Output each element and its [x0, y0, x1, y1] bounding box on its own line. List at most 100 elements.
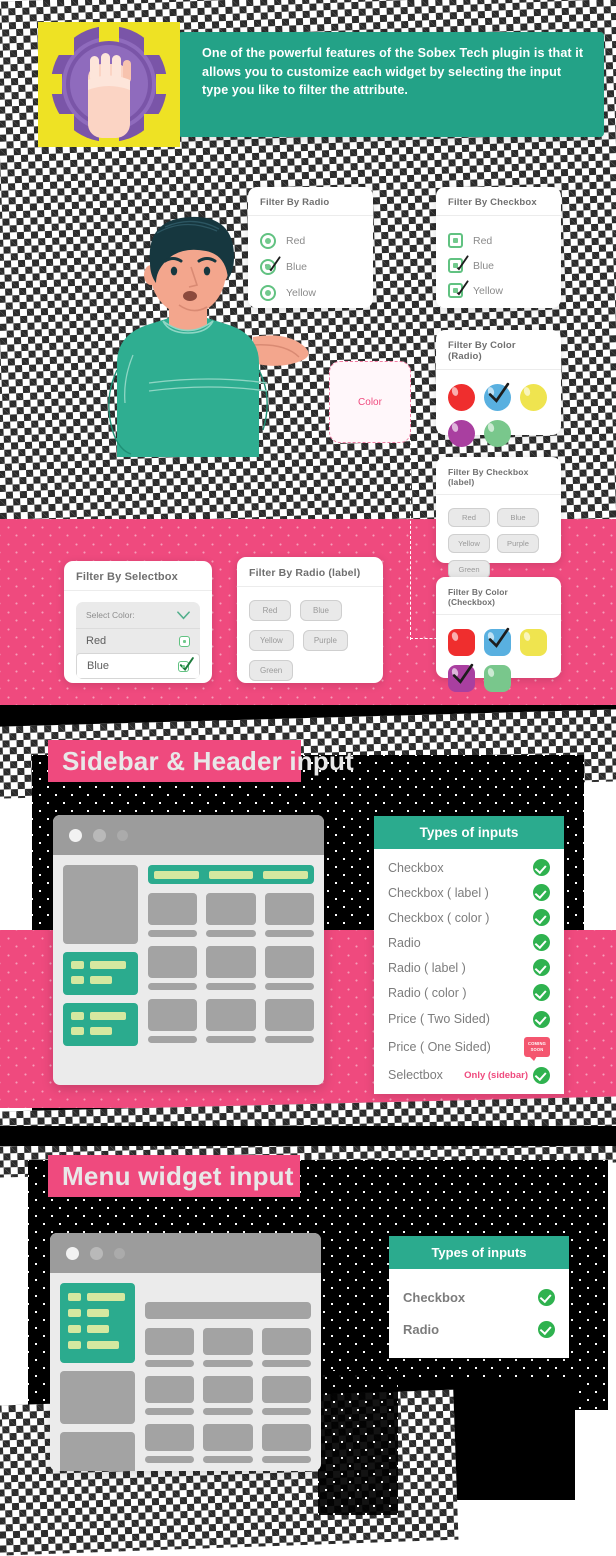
table-row: Checkbox ( color ) [374, 905, 564, 930]
color-swatch-yellow[interactable] [520, 629, 547, 656]
section-title-menu-widget: Menu widget input [48, 1155, 568, 1197]
table-row: Price ( Two Sided) [374, 1005, 564, 1033]
selectbox-option-label: Blue [87, 660, 110, 672]
table-row: Price ( One Sided) COMING SOON [374, 1033, 564, 1061]
mock-menu-widget [60, 1283, 135, 1363]
filter-by-color-radio-card: Filter By Color (Radio) [436, 330, 561, 447]
selectbox-header[interactable]: Select Color: [76, 602, 200, 628]
checkbox-icon[interactable] [178, 656, 194, 672]
filter-by-selectbox-card: Filter By Selectbox Select Color: Red Bl… [64, 561, 212, 683]
checkbox-icon[interactable] [448, 280, 469, 298]
filter-by-checkbox-label-body: Red Blue Yellow Purple Green [436, 495, 561, 589]
row-label: Price ( One Sided) [388, 1040, 491, 1054]
check-icon [533, 859, 550, 876]
checkbox-option-yellow[interactable]: Yellow [448, 280, 549, 298]
table-row: Radio [389, 1313, 569, 1345]
selectbox-option-label: Red [86, 635, 107, 647]
check-mark-icon [265, 256, 281, 272]
table-row: Radio [374, 930, 564, 955]
pill-yellow[interactable]: Yellow [249, 630, 294, 651]
radio-option-label: Blue [286, 261, 308, 273]
checkbox-option-blue[interactable]: Blue [448, 255, 549, 273]
section-title-text: Sidebar & Header input [62, 746, 354, 776]
radio-icon[interactable] [260, 233, 276, 249]
check-icon [533, 1010, 550, 1028]
color-swatch-yellow[interactable] [520, 384, 547, 411]
color-swatch-blue[interactable] [484, 627, 511, 656]
mock-sidebar-widget-1 [63, 952, 138, 995]
color-swatch-blue[interactable] [484, 382, 511, 411]
checkbox-icon[interactable] [179, 635, 190, 647]
checkbox-icon[interactable] [448, 255, 469, 273]
mock-sidebar-banner [63, 865, 138, 944]
types-of-inputs-rows: Checkbox Checkbox ( label ) Checkbox ( c… [374, 849, 564, 1095]
color-swatch-green[interactable] [484, 665, 511, 692]
check-mark-icon [453, 255, 469, 271]
color-swatch-red[interactable] [448, 629, 475, 656]
radio-option-yellow[interactable]: Yellow [260, 285, 361, 301]
mock-menu-sidebar [60, 1283, 135, 1471]
pill-yellow[interactable]: Yellow [448, 534, 490, 553]
window-dot-3 [114, 1247, 125, 1259]
dashed-connector-vertical [410, 440, 411, 640]
radio-option-red[interactable]: Red [260, 233, 361, 249]
row-label: Checkbox ( color ) [388, 910, 490, 925]
feature-banner-box: One of the powerful features of the Sobe… [178, 32, 604, 137]
check-icon [538, 1288, 555, 1306]
color-swatch-green[interactable] [484, 420, 511, 447]
pill-red[interactable]: Red [249, 600, 291, 621]
check-icon [533, 884, 550, 901]
pill-purple[interactable]: Purple [302, 630, 348, 651]
mock-content [148, 865, 314, 1046]
checkbox-icon[interactable] [448, 233, 463, 248]
types-of-inputs-header: Types of inputs [374, 816, 564, 849]
filter-by-checkbox-label-card: Filter By Checkbox (label) Red Blue Yell… [436, 457, 561, 579]
filter-by-color-checkbox-body [436, 615, 561, 702]
selectbox-option-blue[interactable]: Blue [76, 653, 200, 679]
filter-by-color-radio-body [436, 370, 561, 457]
background-dots-bottom-fade [318, 1370, 398, 1515]
radio-icon[interactable] [260, 285, 276, 301]
checkbox-label-pill-grid: Red Blue Yellow Purple Green [448, 504, 549, 579]
color-swatch-red[interactable] [448, 384, 475, 411]
row-label: Checkbox [388, 860, 444, 875]
row-label: Radio [388, 935, 421, 950]
color-dashed-box-label: Color [358, 396, 382, 408]
mock-sidebar-widget-2 [63, 1003, 138, 1046]
filter-by-checkbox-title: Filter By Checkbox [436, 187, 561, 216]
selectbox-option-red[interactable]: Red [76, 628, 200, 653]
pill-purple[interactable]: Purple [497, 534, 539, 553]
filter-by-checkbox-body: Red Blue Yellow [436, 216, 561, 318]
filter-by-color-radio-title: Filter By Color (Radio) [436, 330, 561, 370]
row-label: Radio [403, 1321, 440, 1337]
filter-by-radio-label-title: Filter By Radio (label) [237, 557, 383, 587]
color-swatch-purple[interactable] [448, 420, 475, 447]
row-label: Checkbox [403, 1289, 466, 1305]
pill-blue[interactable]: Blue [300, 600, 342, 621]
color-dashed-box: Color [329, 361, 411, 443]
radio-option-blue[interactable]: Blue [260, 256, 361, 275]
color-radio-swatch-grid [448, 379, 549, 447]
mock-product-row [145, 1376, 311, 1415]
row-label: Selectbox [388, 1068, 443, 1082]
feature-banner: One of the powerful features of the Sobe… [38, 22, 604, 147]
mock-product-row [148, 893, 314, 937]
table-row: Checkbox [374, 855, 564, 880]
pill-green[interactable]: Green [249, 660, 294, 681]
checkbox-option-red[interactable]: Red [448, 233, 549, 248]
pill-red[interactable]: Red [448, 508, 490, 527]
section-title-sidebar-header: Sidebar & Header input [48, 740, 568, 782]
pill-blue[interactable]: Blue [497, 508, 539, 527]
radio-option-label: Red [286, 235, 306, 247]
table-row: Checkbox [389, 1281, 569, 1313]
color-swatch-purple[interactable] [448, 663, 475, 692]
filter-by-radio-body: Red Blue Yellow [248, 216, 373, 321]
types-of-inputs-rows: Checkbox Radio [389, 1269, 569, 1357]
radio-icon[interactable] [260, 256, 281, 275]
mock-header-bar [148, 865, 314, 884]
filter-by-checkbox-card: Filter By Checkbox Red Blue Yellow [436, 187, 561, 308]
types-of-inputs-table-1: Types of inputs Checkbox Checkbox ( labe… [374, 816, 564, 1094]
selectbox-dropdown[interactable]: Select Color: Red Blue [76, 602, 200, 679]
check-icon [533, 959, 550, 976]
checkbox-option-label: Red [473, 234, 493, 247]
